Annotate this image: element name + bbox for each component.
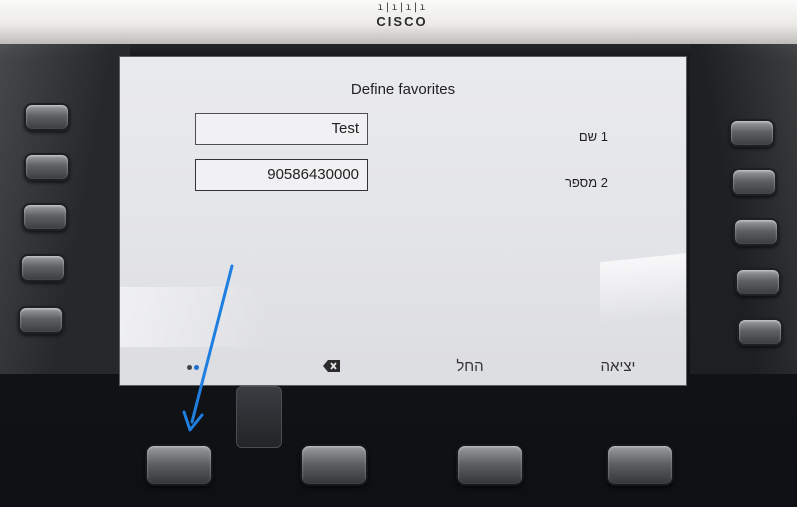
cisco-logo-text: CISCO <box>376 14 428 29</box>
backspace-softkey[interactable] <box>320 357 344 377</box>
phone-photo: ı|ı|ı|ı CISCO Define favorites Test 1 שם… <box>0 0 797 507</box>
cisco-logo-bars-icon: ı|ı|ı|ı <box>377 2 427 13</box>
left-line-key-5[interactable] <box>18 306 64 334</box>
backspace-icon <box>323 360 340 372</box>
softkey-button-3[interactable] <box>456 444 524 486</box>
left-line-key-4[interactable] <box>20 254 66 282</box>
softkey-button-4[interactable] <box>606 444 674 486</box>
right-line-key-4[interactable] <box>735 268 781 296</box>
left-line-key-2[interactable] <box>24 153 70 181</box>
left-line-key-3[interactable] <box>22 203 68 231</box>
softkey-button-1[interactable] <box>145 444 213 486</box>
name-field[interactable]: Test <box>195 113 368 145</box>
left-line-key-1[interactable] <box>24 103 70 131</box>
right-line-key-2[interactable] <box>731 168 777 196</box>
right-line-key-3[interactable] <box>733 218 779 246</box>
screen-glare <box>600 251 686 333</box>
exit-softkey[interactable]: יציאה <box>594 357 642 377</box>
number-field-label: 2 מספר <box>564 175 608 190</box>
softkey-button-2[interactable] <box>300 444 368 486</box>
name-field-label: 1 שם <box>578 129 608 144</box>
number-field[interactable]: 90586430000 <box>195 159 368 191</box>
annotation-arrow-icon <box>182 264 234 432</box>
right-line-key-1[interactable] <box>729 119 775 147</box>
clear-softkey[interactable]: החל <box>450 357 490 377</box>
cisco-logo: ı|ı|ı|ı CISCO <box>372 2 432 36</box>
right-line-key-5[interactable] <box>737 318 783 346</box>
screen-title: Define favorites <box>350 81 456 98</box>
